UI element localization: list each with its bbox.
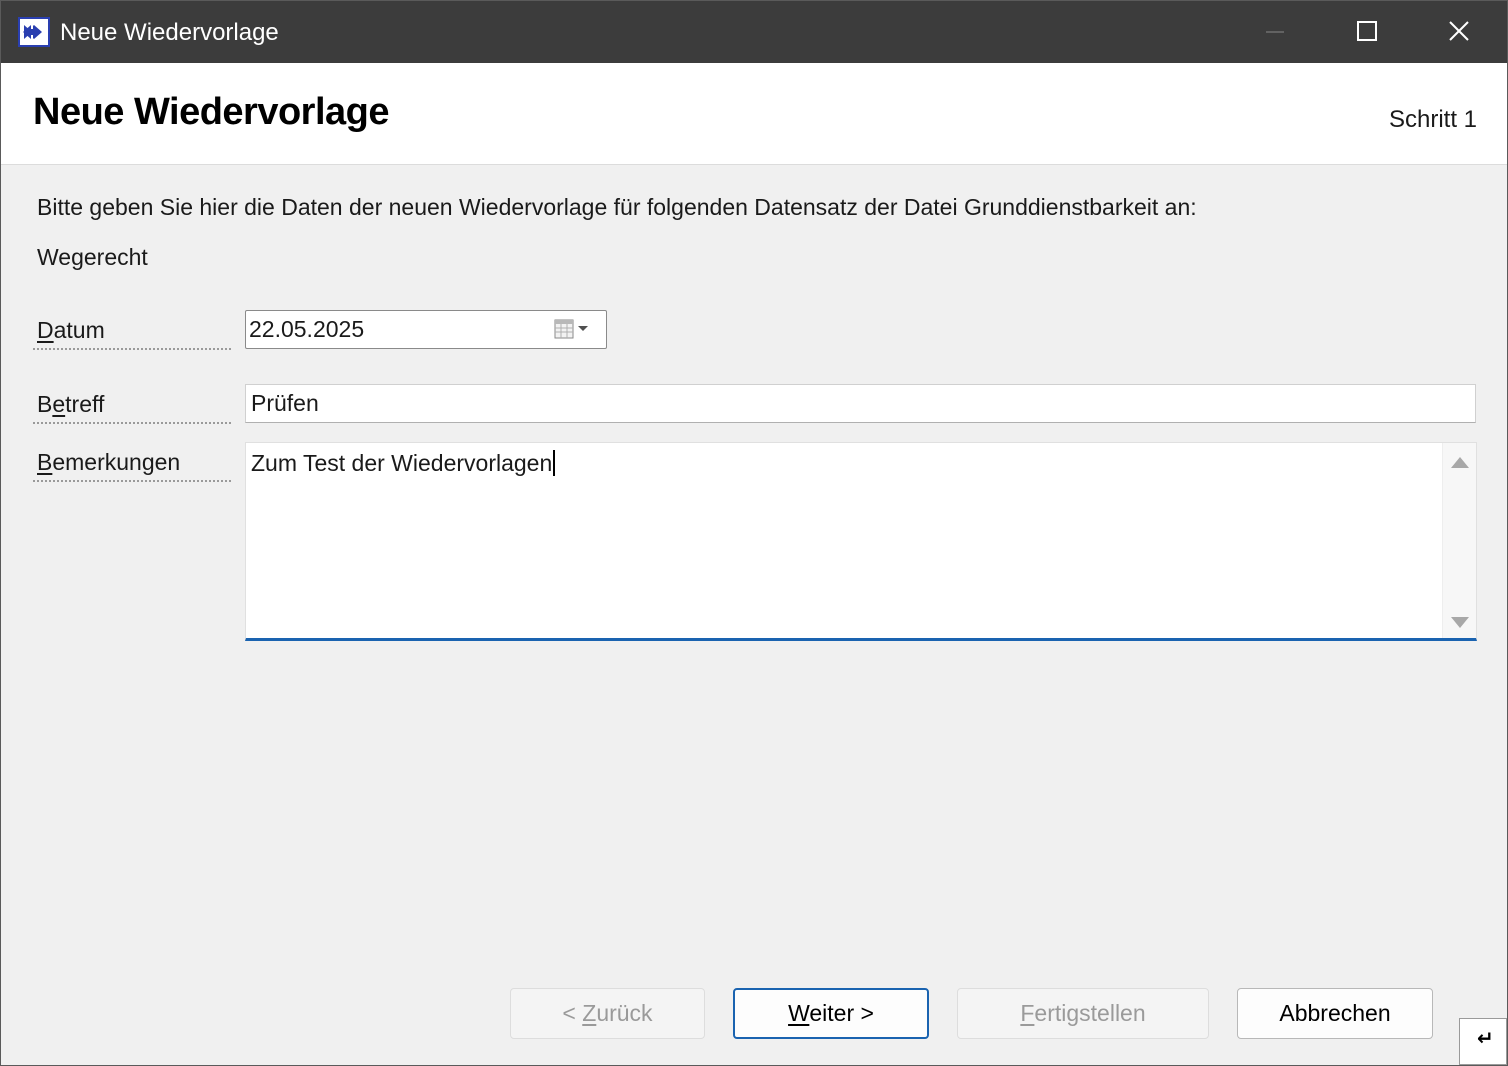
record-name: Wegerecht — [37, 244, 148, 270]
size-grip[interactable]: ↵ — [1459, 1018, 1507, 1065]
close-button[interactable] — [1413, 1, 1505, 63]
step-indicator: Schritt 1 — [1388, 106, 1477, 133]
finish-button[interactable]: Fertigstellen — [957, 988, 1209, 1039]
datum-value[interactable]: 22.05.2025 — [249, 315, 364, 343]
page-title: Neue Wiedervorlage — [33, 91, 390, 133]
chevron-down-icon — [578, 326, 588, 331]
intro-text: Bitte geben Sie hier die Daten der neuen… — [37, 194, 1197, 220]
title-bar[interactable]: Neue Wiedervorlage — [1, 1, 1507, 63]
app-icon — [18, 17, 50, 47]
next-button[interactable]: Weiter > — [733, 988, 929, 1039]
wizard-header: Neue Wiedervorlage Schritt 1 — [1, 63, 1507, 165]
scroll-down-arrow-icon[interactable] — [1451, 617, 1469, 628]
betreff-label: Betreff — [33, 390, 231, 424]
bemerkungen-value[interactable]: Zum Test der Wiedervorlagen — [251, 449, 556, 477]
cancel-button[interactable]: Abbrechen — [1237, 988, 1433, 1039]
maximize-icon — [1357, 21, 1377, 41]
scroll-up-arrow-icon[interactable] — [1451, 457, 1469, 468]
bemerkungen-field[interactable]: Zum Test der Wiedervorlagen — [245, 442, 1477, 641]
calendar-icon — [554, 319, 574, 339]
minimize-icon — [1266, 31, 1284, 33]
minimize-button[interactable] — [1229, 1, 1321, 63]
text-caret — [553, 450, 556, 476]
bemerkungen-label: Bemerkungen — [33, 448, 231, 482]
datum-label: Datum — [33, 316, 231, 350]
wizard-window: Neue Wiedervorlage Neue Wiedervorlage Sc… — [0, 0, 1508, 1066]
size-grip-icon: ↵ — [1477, 1028, 1494, 1050]
betreff-value[interactable]: Prüfen — [251, 389, 319, 417]
datum-field[interactable]: 22.05.2025 — [245, 310, 607, 349]
date-picker-button[interactable] — [552, 316, 600, 344]
back-button[interactable]: < Zurück — [510, 988, 705, 1039]
betreff-field[interactable]: Prüfen — [245, 384, 1476, 423]
maximize-button[interactable] — [1321, 1, 1413, 63]
memo-scrollbar[interactable] — [1442, 443, 1476, 638]
close-icon — [1449, 21, 1469, 41]
window-title: Neue Wiedervorlage — [60, 19, 279, 46]
